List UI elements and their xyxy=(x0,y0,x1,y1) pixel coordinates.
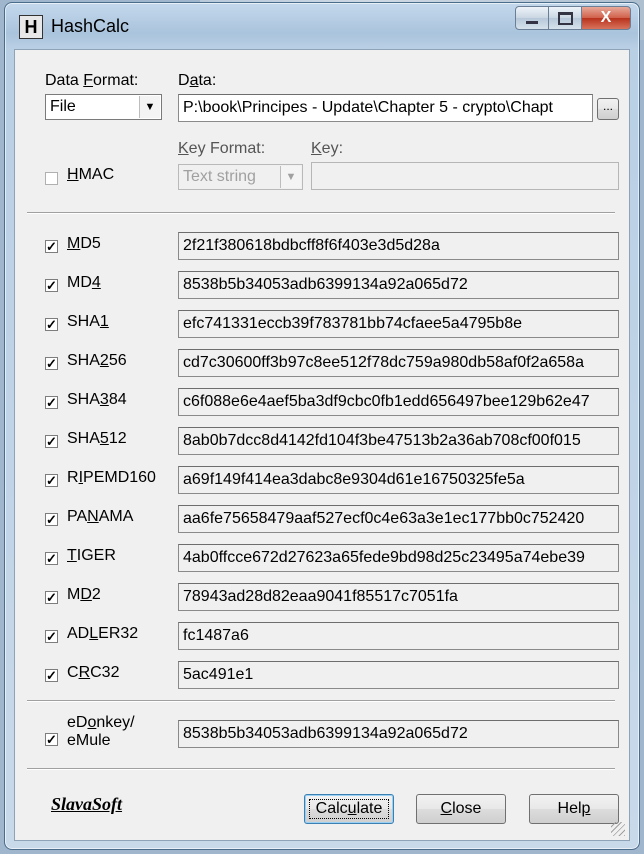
hash-value: aa6fe75658479aaf527ecf0c4e63a3e1ec177bb0… xyxy=(183,510,585,527)
hash-label[interactable]: RIPEMD160 xyxy=(67,469,156,487)
hash-label[interactable]: SHA512 xyxy=(67,430,127,448)
edonkey-checkbox[interactable]: ✓ xyxy=(45,733,58,746)
hash-value-field[interactable]: c6f088e6e4aef5ba3df9cbc0fb1edd656497bee1… xyxy=(178,388,619,416)
help-button[interactable]: Help xyxy=(529,794,619,824)
hash-checkbox[interactable]: ✓ xyxy=(45,279,58,292)
hash-checkbox[interactable]: ✓ xyxy=(45,552,58,565)
resize-grip[interactable] xyxy=(611,822,625,836)
hash-label[interactable]: CRC32 xyxy=(67,664,119,682)
hash-label[interactable]: SHA1 xyxy=(67,313,109,331)
hash-value: a69f149f414ea3dabc8e9304d61e16750325fe5a xyxy=(183,471,525,488)
hash-value-field[interactable]: 8ab0b7dcc8d4142fd104f3be47513b2a36ab708c… xyxy=(178,427,619,455)
data-format-label: Data Format: xyxy=(45,72,139,89)
key-format-select[interactable]: Text string ▼ xyxy=(178,164,303,190)
hash-checkbox[interactable]: ✓ xyxy=(45,318,58,331)
hash-value-field[interactable]: 8538b5b34053adb6399134a92a065d72 xyxy=(178,271,619,299)
data-format-select[interactable]: File ▼ xyxy=(45,94,162,120)
hash-label[interactable]: MD4 xyxy=(67,274,101,292)
hash-label[interactable]: TIGER xyxy=(67,547,116,565)
data-format-value: File xyxy=(50,98,76,115)
hash-value-field[interactable]: aa6fe75658479aaf527ecf0c4e63a3e1ec177bb0… xyxy=(178,505,619,533)
app-icon[interactable]: H xyxy=(19,15,43,39)
hash-value: efc741331eccb39f783781bb74cfaee5a4795b8e xyxy=(183,315,522,332)
hash-checkbox[interactable]: ✓ xyxy=(45,669,58,682)
data-path-input[interactable]: P:\book\Principes - Update\Chapter 5 - c… xyxy=(178,94,593,122)
hash-value: 8538b5b34053adb6399134a92a065d72 xyxy=(183,276,468,293)
hash-label[interactable]: PANAMA xyxy=(67,508,133,526)
hash-value: cd7c30600ff3b97c8ee512f78dc759a980db58af… xyxy=(183,354,584,371)
hash-checkbox[interactable]: ✓ xyxy=(45,474,58,487)
hash-label[interactable]: ADLER32 xyxy=(67,625,138,643)
browse-button[interactable]: ... xyxy=(597,98,619,120)
hash-checkbox[interactable]: ✓ xyxy=(45,630,58,643)
hash-checkbox[interactable]: ✓ xyxy=(45,435,58,448)
divider xyxy=(27,212,615,214)
hash-value: 8ab0b7dcc8d4142fd104f3be47513b2a36ab708c… xyxy=(183,432,581,449)
key-input[interactable] xyxy=(311,162,619,190)
edonkey-hash-field[interactable]: 8538b5b34053adb6399134a92a065d72 xyxy=(178,720,619,748)
hash-value-field[interactable]: 78943ad28d82eaa9041f85517c7051fa xyxy=(178,583,619,611)
close-window-button[interactable]: X xyxy=(581,6,631,30)
close-button[interactable]: Close xyxy=(416,794,506,824)
hash-label[interactable]: MD5 xyxy=(67,235,101,253)
key-format-value: Text string xyxy=(183,168,256,185)
calculate-button[interactable]: Calculate xyxy=(304,794,394,824)
hash-value-field[interactable]: cd7c30600ff3b97c8ee512f78dc759a980db58af… xyxy=(178,349,619,377)
window-title: HashCalc xyxy=(51,16,130,36)
slavasoft-logo[interactable]: SlavaSoft xyxy=(51,794,122,815)
hash-label[interactable]: MD2 xyxy=(67,586,101,604)
maximize-button[interactable] xyxy=(548,6,582,30)
hash-checkbox[interactable]: ✓ xyxy=(45,240,58,253)
chevron-down-icon[interactable]: ▼ xyxy=(280,166,301,188)
key-format-label: Key Format: xyxy=(178,140,266,157)
data-label: Data: xyxy=(178,72,217,89)
hashcalc-window: H HashCalc X Data Format: File ▼ Data: P… xyxy=(4,2,640,850)
title-bar[interactable]: H HashCalc X xyxy=(5,3,639,49)
hash-value: 5ac491e1 xyxy=(183,666,254,683)
hash-checkbox[interactable]: ✓ xyxy=(45,591,58,604)
hash-label[interactable]: SHA256 xyxy=(67,352,127,370)
chevron-down-icon[interactable]: ▼ xyxy=(139,96,160,118)
minimize-icon xyxy=(526,20,538,24)
data-path-value: P:\book\Principes - Update\Chapter 5 - c… xyxy=(183,99,553,116)
edonkey-label[interactable]: eDonkey/ eMule xyxy=(67,714,135,750)
hash-checkbox[interactable]: ✓ xyxy=(45,357,58,370)
dialog-body: Data Format: File ▼ Data: P:\book\Princi… xyxy=(14,49,630,841)
hash-value-field[interactable]: 4ab0ffcce672d27623a65fede9bd98d25c23495a… xyxy=(178,544,619,572)
hash-value-field[interactable]: a69f149f414ea3dabc8e9304d61e16750325fe5a xyxy=(178,466,619,494)
close-icon: X xyxy=(600,9,612,26)
hash-value: 4ab0ffcce672d27623a65fede9bd98d25c23495a… xyxy=(183,549,585,566)
hash-value-field[interactable]: efc741331eccb39f783781bb74cfaee5a4795b8e xyxy=(178,310,619,338)
hash-value-field[interactable]: 5ac491e1 xyxy=(178,661,619,689)
hmac-label[interactable]: HMAC xyxy=(67,166,114,184)
hash-value-field[interactable]: 2f21f380618bdbcff8f6f403e3d5d28a xyxy=(178,232,619,260)
edonkey-hash-value: 8538b5b34053adb6399134a92a065d72 xyxy=(183,725,468,742)
divider xyxy=(27,700,615,702)
caption-buttons: X xyxy=(515,6,631,30)
hash-value: 2f21f380618bdbcff8f6f403e3d5d28a xyxy=(183,237,440,254)
key-label: Key: xyxy=(311,140,344,157)
hash-value: 78943ad28d82eaa9041f85517c7051fa xyxy=(183,588,458,605)
divider xyxy=(27,768,615,770)
hash-value: fc1487a6 xyxy=(183,627,249,644)
hash-checkbox[interactable]: ✓ xyxy=(45,396,58,409)
hash-checkbox[interactable]: ✓ xyxy=(45,513,58,526)
maximize-icon xyxy=(557,11,573,25)
hash-value: c6f088e6e4aef5ba3df9cbc0fb1edd656497bee1… xyxy=(183,393,590,410)
hash-label[interactable]: SHA384 xyxy=(67,391,127,409)
minimize-button[interactable] xyxy=(515,6,549,30)
hmac-checkbox[interactable] xyxy=(45,172,58,185)
hash-value-field[interactable]: fc1487a6 xyxy=(178,622,619,650)
